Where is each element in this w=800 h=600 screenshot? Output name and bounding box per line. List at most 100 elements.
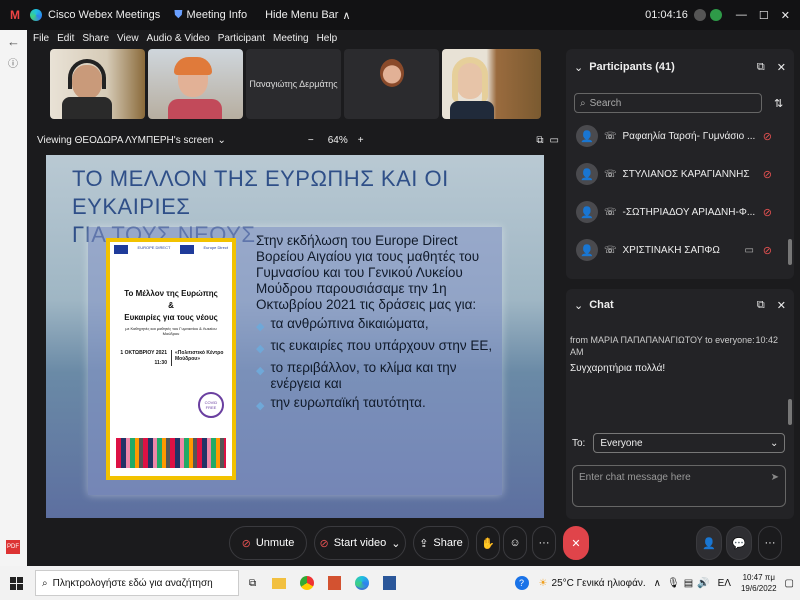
pdf-file-icon[interactable]: PDF: [6, 540, 20, 554]
chevron-up-icon[interactable]: ∧: [342, 9, 350, 22]
send-icon[interactable]: ➤: [771, 472, 779, 483]
chat-input[interactable]: Enter chat message here: [579, 472, 691, 483]
menu-participant[interactable]: Participant: [218, 33, 265, 44]
menu-view[interactable]: View: [117, 33, 139, 44]
taskbar-search-input[interactable]: Πληκτρολογήστε εδώ για αναζήτηση: [53, 578, 213, 589]
chevron-down-icon[interactable]: ⌄: [217, 135, 225, 146]
participant-row[interactable]: 👤 ☏ ΧΡΙΣΤΙΝΑΚΗ ΣΑΠΦΩ ▭ ⊘: [566, 231, 794, 269]
bullet-icon: ◆: [256, 343, 265, 355]
poster-title: Το Μέλλον της Ευρώπης: [124, 289, 218, 298]
security-icon[interactable]: [709, 9, 722, 21]
close-icon[interactable]: ✕: [777, 299, 786, 312]
maximize-icon[interactable]: ☐: [759, 9, 769, 22]
language-indicator[interactable]: ΕΛ: [718, 578, 731, 589]
poster-illustration: [116, 438, 226, 468]
close-icon[interactable]: ✕: [777, 61, 786, 74]
notifications-icon[interactable]: ▢: [785, 578, 794, 589]
sort-icon[interactable]: ⇅: [774, 97, 783, 110]
collapse-chevron-icon[interactable]: ⌄: [574, 61, 583, 74]
video-thumbnail-3[interactable]: Παναγιώτης Δερμάτης: [246, 49, 341, 119]
avatar-icon: 👤: [576, 163, 598, 185]
menu-edit[interactable]: Edit: [57, 33, 74, 44]
video-thumbnail-4[interactable]: [344, 49, 439, 119]
meeting-timer: 01:04:16: [645, 9, 688, 21]
menu-file[interactable]: File: [33, 33, 49, 44]
participants-toggle-button[interactable]: 👤: [696, 526, 722, 560]
bullet-icon: ◆: [256, 365, 265, 377]
powerpoint-icon[interactable]: [328, 576, 342, 590]
zoom-in-button[interactable]: +: [358, 135, 364, 146]
participants-title: Participants (41): [589, 61, 675, 73]
video-thumbnail-2[interactable]: [148, 49, 243, 119]
chevron-down-icon: ⌄: [769, 437, 779, 449]
clock[interactable]: 10:47 πμ 19/6/2022: [741, 572, 777, 594]
minimize-icon[interactable]: —: [736, 9, 747, 21]
network-icon[interactable]: ▤: [684, 578, 693, 589]
edit-icon[interactable]: [693, 9, 706, 21]
chat-time: 10:42: [755, 335, 778, 345]
reactions-button[interactable]: ☺: [503, 526, 527, 560]
chat-recipient-select[interactable]: Everyone ⌄: [593, 433, 786, 453]
menu-audio-video[interactable]: Audio & Video: [147, 33, 210, 44]
menu-meeting[interactable]: Meeting: [273, 33, 309, 44]
search-input[interactable]: Search: [590, 98, 622, 109]
participant-row[interactable]: 👤 ☏ ΣΤΥΛΙΑΝΟΣ ΚΑΡΑΓΙΑΝΝΗΣ ⊘: [566, 155, 794, 193]
zoom-out-button[interactable]: −: [308, 135, 314, 146]
chat-scrollbar[interactable]: [788, 399, 792, 425]
video-thumbnail-1[interactable]: [50, 49, 145, 119]
mic-muted-icon[interactable]: ⊘: [763, 168, 772, 181]
more-options-button[interactable]: ···: [532, 526, 556, 560]
chat-toggle-button[interactable]: 💬: [726, 526, 752, 560]
menu-help[interactable]: Help: [317, 33, 338, 44]
leave-meeting-button[interactable]: ✕: [563, 526, 589, 560]
volume-icon[interactable]: 🔊: [697, 578, 709, 589]
menu-share[interactable]: Share: [82, 33, 109, 44]
close-icon[interactable]: ✕: [781, 9, 790, 22]
avatar-icon: 👤: [576, 201, 598, 223]
chat-input-box[interactable]: Enter chat message here ➤: [572, 465, 786, 507]
back-arrow-icon[interactable]: ←: [7, 34, 27, 49]
shared-screen-slide: ΤΟ ΜΕΛΛΟΝ ΤΗΣ ΕΥΡΩΠΗΣ ΚΑΙ ΟΙ ΕΥΚΑΙΡΙΕΣ Γ…: [46, 155, 544, 518]
participant-search-box[interactable]: ⌕ Search: [574, 93, 762, 113]
annotate-icon[interactable]: ▭: [550, 135, 559, 146]
unmute-button[interactable]: ⊘ Unmute: [229, 526, 307, 560]
participant-row[interactable]: 👤 ☏ Ραφαηλία Ταρσή- Γυμνάσιο ... ⊘: [566, 117, 794, 155]
view-bar: Viewing ΘΕΟΔΩΡΑ ΛΥΜΠΕΡΗ's screen ⌄ − 64%…: [27, 130, 567, 150]
help-icon[interactable]: ?: [514, 576, 529, 590]
chrome-icon[interactable]: [300, 576, 315, 590]
raise-hand-button[interactable]: ✋: [476, 526, 500, 560]
video-thumbnail-5[interactable]: [442, 49, 541, 119]
weather-text[interactable]: 25°C Γενικά ηλιοφάν.: [552, 578, 646, 589]
mic-muted-icon[interactable]: ⊘: [763, 244, 772, 257]
pop-out-icon[interactable]: ⧉: [757, 61, 765, 74]
participants-scrollbar[interactable]: [788, 239, 792, 265]
background-browser-strip: ← ⓘ PDF: [0, 30, 27, 566]
task-view-icon[interactable]: ⧉: [249, 578, 256, 589]
zoom-level[interactable]: 64%: [328, 135, 348, 146]
start-video-button[interactable]: ⊘ Start video ⌄: [314, 526, 406, 560]
collapse-chevron-icon[interactable]: ⌄: [574, 299, 583, 312]
hide-menu-bar-button[interactable]: Hide Menu Bar: [265, 9, 338, 21]
phone-icon: ☏: [604, 168, 617, 180]
webex-taskbar-icon[interactable]: [355, 576, 370, 590]
viewing-label[interactable]: Viewing ΘΕΟΔΩΡΑ ΛΥΜΠΕΡΗ's screen: [37, 135, 213, 146]
windows-start-icon[interactable]: [10, 576, 23, 590]
slide-body: Στην εκδήλωση του Europe Direct Βορείου …: [256, 233, 506, 414]
meeting-info-button[interactable]: Meeting Info: [187, 9, 248, 21]
avatar-icon: 👤: [576, 125, 598, 147]
panel-more-button[interactable]: ···: [758, 526, 782, 560]
event-poster: EUROPE DIRECT Europe Direct Το Μέλλον τη…: [106, 238, 236, 480]
pop-out-icon[interactable]: ⧉: [536, 135, 543, 146]
share-button[interactable]: ⇪ Share: [413, 526, 469, 560]
tray-chevron-icon[interactable]: ∧: [654, 578, 661, 589]
title-bar: M Cisco Webex Meetings ⛊ Meeting Info Hi…: [0, 0, 800, 30]
mic-muted-icon[interactable]: ⊘: [763, 206, 772, 219]
menu-bar: File Edit Share View Audio & Video Parti…: [27, 30, 567, 46]
participant-row[interactable]: 👤 ☏ -ΣΩΤΗΡΙΑΔΟΥ ΑΡΙΑΔΝΗ-Φ... ⊘: [566, 193, 794, 231]
word-icon[interactable]: [383, 576, 397, 590]
eu-flag-icon: [179, 245, 194, 254]
taskbar-search-box[interactable]: ⌕ Πληκτρολογήστε εδώ για αναζήτηση: [35, 570, 239, 596]
pop-out-icon[interactable]: ⧉: [757, 299, 765, 312]
file-explorer-icon[interactable]: [272, 577, 287, 589]
mic-muted-icon[interactable]: ⊘: [763, 130, 772, 143]
